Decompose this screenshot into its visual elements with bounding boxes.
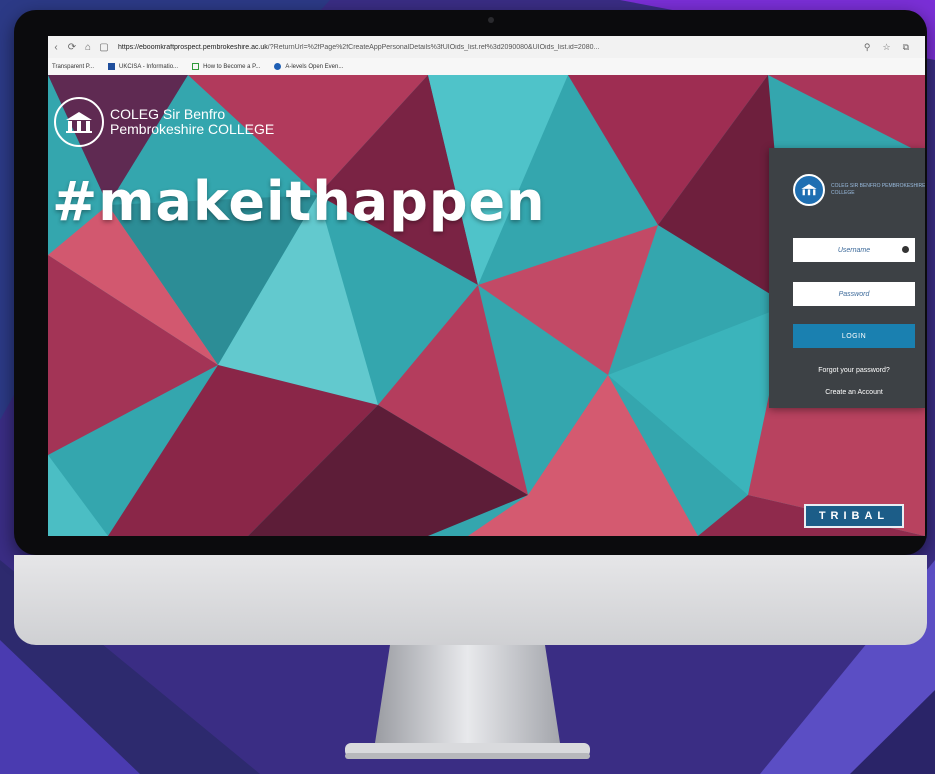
favorite-icon[interactable]: ☆ bbox=[882, 42, 890, 53]
bookmarks-bar: Transparent P... UKCISA - Informatio... … bbox=[48, 58, 925, 76]
monitor-bezel: ‹ ⟳ ⌂ ▢ https://eboomkraftprospect.pembr… bbox=[14, 10, 927, 555]
college-name-welsh: COLEG Sir Benfro bbox=[110, 106, 226, 122]
username-input[interactable]: Username bbox=[793, 238, 915, 262]
bookmark-favicon-icon bbox=[192, 63, 200, 70]
college-logo: COLEG Sir Benfro Pembrokeshire COLLEGE bbox=[54, 97, 274, 147]
bookmark-favicon-icon bbox=[108, 63, 116, 70]
bookmark-item[interactable]: UKCISA - Informatio... bbox=[108, 63, 178, 70]
password-input[interactable]: Password bbox=[793, 282, 915, 306]
back-icon[interactable]: ‹ bbox=[48, 42, 64, 53]
url-path: /?ReturnUrl=%2fPage%2fCreateAppPersonalD… bbox=[267, 43, 600, 51]
bookmark-item[interactable]: A-levels Open Even... bbox=[274, 63, 343, 70]
create-account-link[interactable]: Create an Account bbox=[793, 389, 915, 396]
address-bar[interactable]: https://eboomkraftprospect.pembrokeshire… bbox=[118, 44, 864, 51]
hashtag-slogan: #makeithappen bbox=[52, 170, 546, 233]
camera-dot bbox=[488, 17, 494, 23]
college-login-page: COLEG Sir Benfro Pembrokeshire COLLEGE #… bbox=[48, 75, 925, 536]
bookmark-item[interactable]: How to Become a P... bbox=[192, 63, 260, 70]
password-placeholder: Password bbox=[838, 290, 870, 298]
tribal-logo: TRIBAL bbox=[804, 504, 904, 528]
bookmark-favicon-icon bbox=[274, 63, 282, 70]
refresh-icon[interactable]: ⟳ bbox=[64, 42, 80, 53]
college-building-icon bbox=[54, 97, 104, 147]
login-panel-logo: COLEG SIR BENFRO PEMBROKESHIRE COLLEGE bbox=[793, 174, 925, 206]
monitor-chin bbox=[14, 555, 927, 645]
info-icon bbox=[902, 246, 909, 253]
bookmark-item[interactable]: Transparent P... bbox=[52, 64, 94, 70]
collections-icon[interactable]: ⧉ bbox=[903, 42, 909, 53]
browser-toolbar: ‹ ⟳ ⌂ ▢ https://eboomkraftprospect.pembr… bbox=[48, 36, 925, 58]
college-building-icon bbox=[793, 174, 825, 206]
college-name-english: Pembrokeshire COLLEGE bbox=[110, 121, 275, 137]
toolbar-icons: ⚲ ☆ ⧉ bbox=[864, 42, 909, 53]
zoom-icon[interactable]: ⚲ bbox=[864, 42, 871, 53]
login-panel: COLEG SIR BENFRO PEMBROKESHIRE COLLEGE U… bbox=[769, 148, 925, 408]
monitor-stand bbox=[345, 645, 590, 759]
url-host: https://eboomkraftprospect.pembrokeshire… bbox=[118, 43, 268, 51]
home-icon[interactable]: ⌂ bbox=[80, 42, 96, 53]
username-placeholder: Username bbox=[837, 246, 871, 254]
page-info-icon[interactable]: ▢ bbox=[96, 42, 112, 53]
login-button[interactable]: LOGIN bbox=[793, 324, 915, 348]
forgot-password-link[interactable]: Forgot your password? bbox=[793, 367, 915, 374]
login-logo-text: COLEG SIR BENFRO PEMBROKESHIRE COLLEGE bbox=[831, 183, 925, 196]
browser-window: ‹ ⟳ ⌂ ▢ https://eboomkraftprospect.pembr… bbox=[48, 36, 925, 536]
